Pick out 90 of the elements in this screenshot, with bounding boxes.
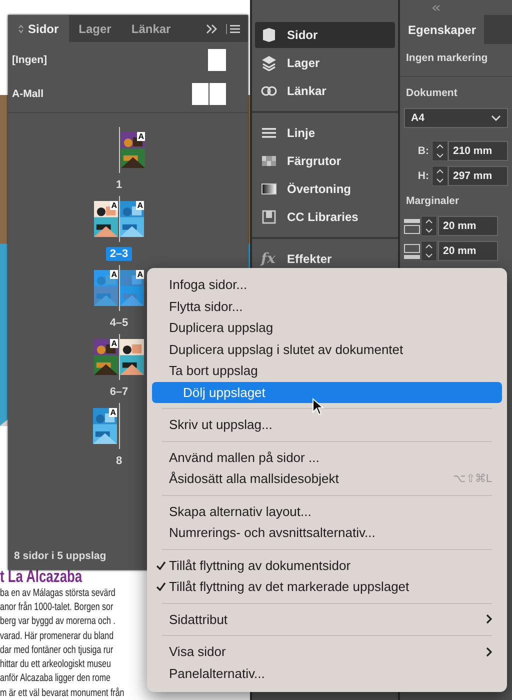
spread-number: 4–5 bbox=[108, 316, 130, 330]
page-thumbnail[interactable]: A bbox=[94, 339, 118, 375]
menu-item[interactable]: Skriv ut uppslag... bbox=[152, 414, 502, 436]
swatches-icon bbox=[261, 153, 277, 169]
stepper-icon bbox=[432, 166, 448, 186]
spread-thumbnail bbox=[192, 83, 226, 105]
menu-item[interactable]: Infoga sidor... bbox=[152, 274, 502, 296]
menu-item[interactable]: Flytta sidor... bbox=[152, 296, 502, 317]
body-text-line: anor från 1000-talet. Borgen sor bbox=[0, 600, 114, 614]
layers-icon bbox=[261, 55, 277, 71]
top-margin-icon bbox=[404, 218, 420, 234]
page-size-dropdown[interactable]: A4 bbox=[404, 108, 508, 128]
panel-tab[interactable]: Egenskaper bbox=[400, 15, 484, 44]
menu-item[interactable]: Tillåt flyttning av det markerade uppslaget bbox=[152, 576, 502, 598]
field-label: B: bbox=[418, 145, 429, 157]
body-text-line: anför Alcazaba ligger den rome bbox=[0, 671, 110, 686]
master-letter: A bbox=[137, 132, 145, 141]
page-spread[interactable]: A A bbox=[94, 201, 144, 237]
body-text-line: m är ett väl bevarat monument från bbox=[0, 686, 124, 700]
panel-tab[interactable]: Länkar bbox=[121, 15, 181, 42]
menu-item[interactable]: Sidattribut bbox=[152, 608, 502, 630]
master-name[interactable]: A-Mall bbox=[12, 88, 44, 100]
stepper-icon bbox=[432, 141, 448, 161]
page-thumbnail bbox=[208, 49, 226, 71]
spread-number: 8 bbox=[114, 454, 124, 468]
page-spread[interactable]: A A bbox=[94, 270, 144, 306]
page-thumbnail[interactable]: A bbox=[121, 132, 145, 168]
library-icon bbox=[261, 209, 277, 225]
dock-panel-button[interactable]: CC Libraries bbox=[255, 204, 395, 230]
bottom-margin-icon bbox=[404, 244, 420, 258]
menu-item[interactable]: Duplicera uppslag i slutet av dokumentet bbox=[152, 338, 502, 360]
spread-number: 2–3 bbox=[106, 247, 132, 261]
menu-item[interactable]: Åsidosätt alla mallsidesobjekt ⌥⇧⌘L bbox=[152, 468, 502, 490]
menu-icon bbox=[226, 24, 240, 34]
dock-panel-button[interactable]: fx Effekter bbox=[255, 246, 395, 272]
page-thumbnail[interactable]: A bbox=[93, 408, 117, 444]
body-text-line: ba en av Málagas största sevärd bbox=[0, 586, 116, 600]
dock-panel-button[interactable]: Färgrutor bbox=[255, 148, 395, 174]
gradient-icon bbox=[261, 181, 277, 197]
dock-panel-button[interactable]: Länkar bbox=[255, 78, 395, 104]
menu-item[interactable]: Ta bort uppslag bbox=[152, 360, 502, 382]
dock-panel-button[interactable]: Lager bbox=[255, 50, 395, 76]
article-heading: t La Alcazaba bbox=[0, 568, 82, 586]
dock-panel-button[interactable]: Sidor bbox=[255, 22, 395, 48]
master-name[interactable]: [Ingen] bbox=[12, 54, 47, 66]
collapse-icon bbox=[432, 5, 440, 11]
spread-number: 1 bbox=[114, 178, 124, 192]
menu-item[interactable]: Använd mallen på sidor ... bbox=[152, 446, 502, 468]
field-label: H: bbox=[418, 170, 429, 182]
selection-status: Ingen markering bbox=[400, 44, 512, 77]
updown-icon bbox=[18, 24, 24, 34]
spread-number: 6–7 bbox=[108, 385, 130, 399]
stepper-icon bbox=[421, 241, 437, 261]
body-text-line: hittar du ett arkeologiskt museu bbox=[0, 657, 111, 672]
master-letter: A bbox=[109, 408, 117, 417]
panel-tab[interactable]: Lager bbox=[68, 15, 122, 42]
lines-icon bbox=[261, 125, 277, 141]
menu-item[interactable]: Duplicera uppslag bbox=[152, 317, 502, 338]
page-thumbnail[interactable] bbox=[120, 339, 144, 375]
dock-panel-button[interactable]: Linje bbox=[255, 120, 395, 146]
section-title: Dokument bbox=[405, 86, 458, 101]
panel-tab[interactable]: Sidor bbox=[8, 15, 69, 42]
menu-item[interactable]: Skapa alternativ layout... bbox=[152, 500, 502, 522]
stepper-icon bbox=[421, 216, 437, 236]
master-letter: A bbox=[110, 339, 118, 348]
page-spread[interactable]: A bbox=[94, 339, 144, 375]
master-letter: A bbox=[136, 201, 144, 210]
page-count: 8 sidor i 5 uppslag bbox=[14, 550, 106, 562]
body-text-line: varad. Här promenerar du bland bbox=[0, 628, 114, 643]
chevron-down-icon bbox=[491, 115, 501, 121]
menu-item[interactable]: Tillåt flyttning av dokumentsidor bbox=[152, 554, 502, 576]
master-letter: A bbox=[110, 201, 118, 210]
menu-item[interactable]: Numrerings- och avsnittsalternativ... bbox=[152, 522, 502, 544]
body-text-line: dar med fontäner och tjusiga rur bbox=[0, 642, 114, 658]
page-thumbnail[interactable]: A bbox=[94, 270, 118, 306]
menu-item[interactable]: Visa sidor bbox=[152, 641, 502, 662]
dock-panel-button[interactable]: Övertoning bbox=[255, 176, 395, 202]
master-letter: A bbox=[110, 270, 118, 279]
section-title: Marginaler bbox=[405, 194, 460, 209]
body-text-line: berg var byggd av morerna och . bbox=[0, 614, 116, 629]
page-thumbnail[interactable]: A bbox=[120, 201, 144, 237]
shortcut-text: ⌥⇧⌘L bbox=[452, 472, 492, 486]
effects-icon: fx bbox=[261, 251, 277, 267]
mouse-pointer-icon bbox=[312, 398, 324, 416]
menu-item[interactable]: Panelalternativ... bbox=[152, 662, 502, 684]
double-chevron-icon bbox=[206, 24, 218, 34]
page-thumbnail[interactable]: A bbox=[94, 201, 118, 237]
master-letter: A bbox=[136, 270, 144, 279]
menu-item[interactable]: Dölj uppslaget bbox=[152, 382, 502, 403]
page-thumbnail[interactable]: A bbox=[120, 270, 144, 306]
